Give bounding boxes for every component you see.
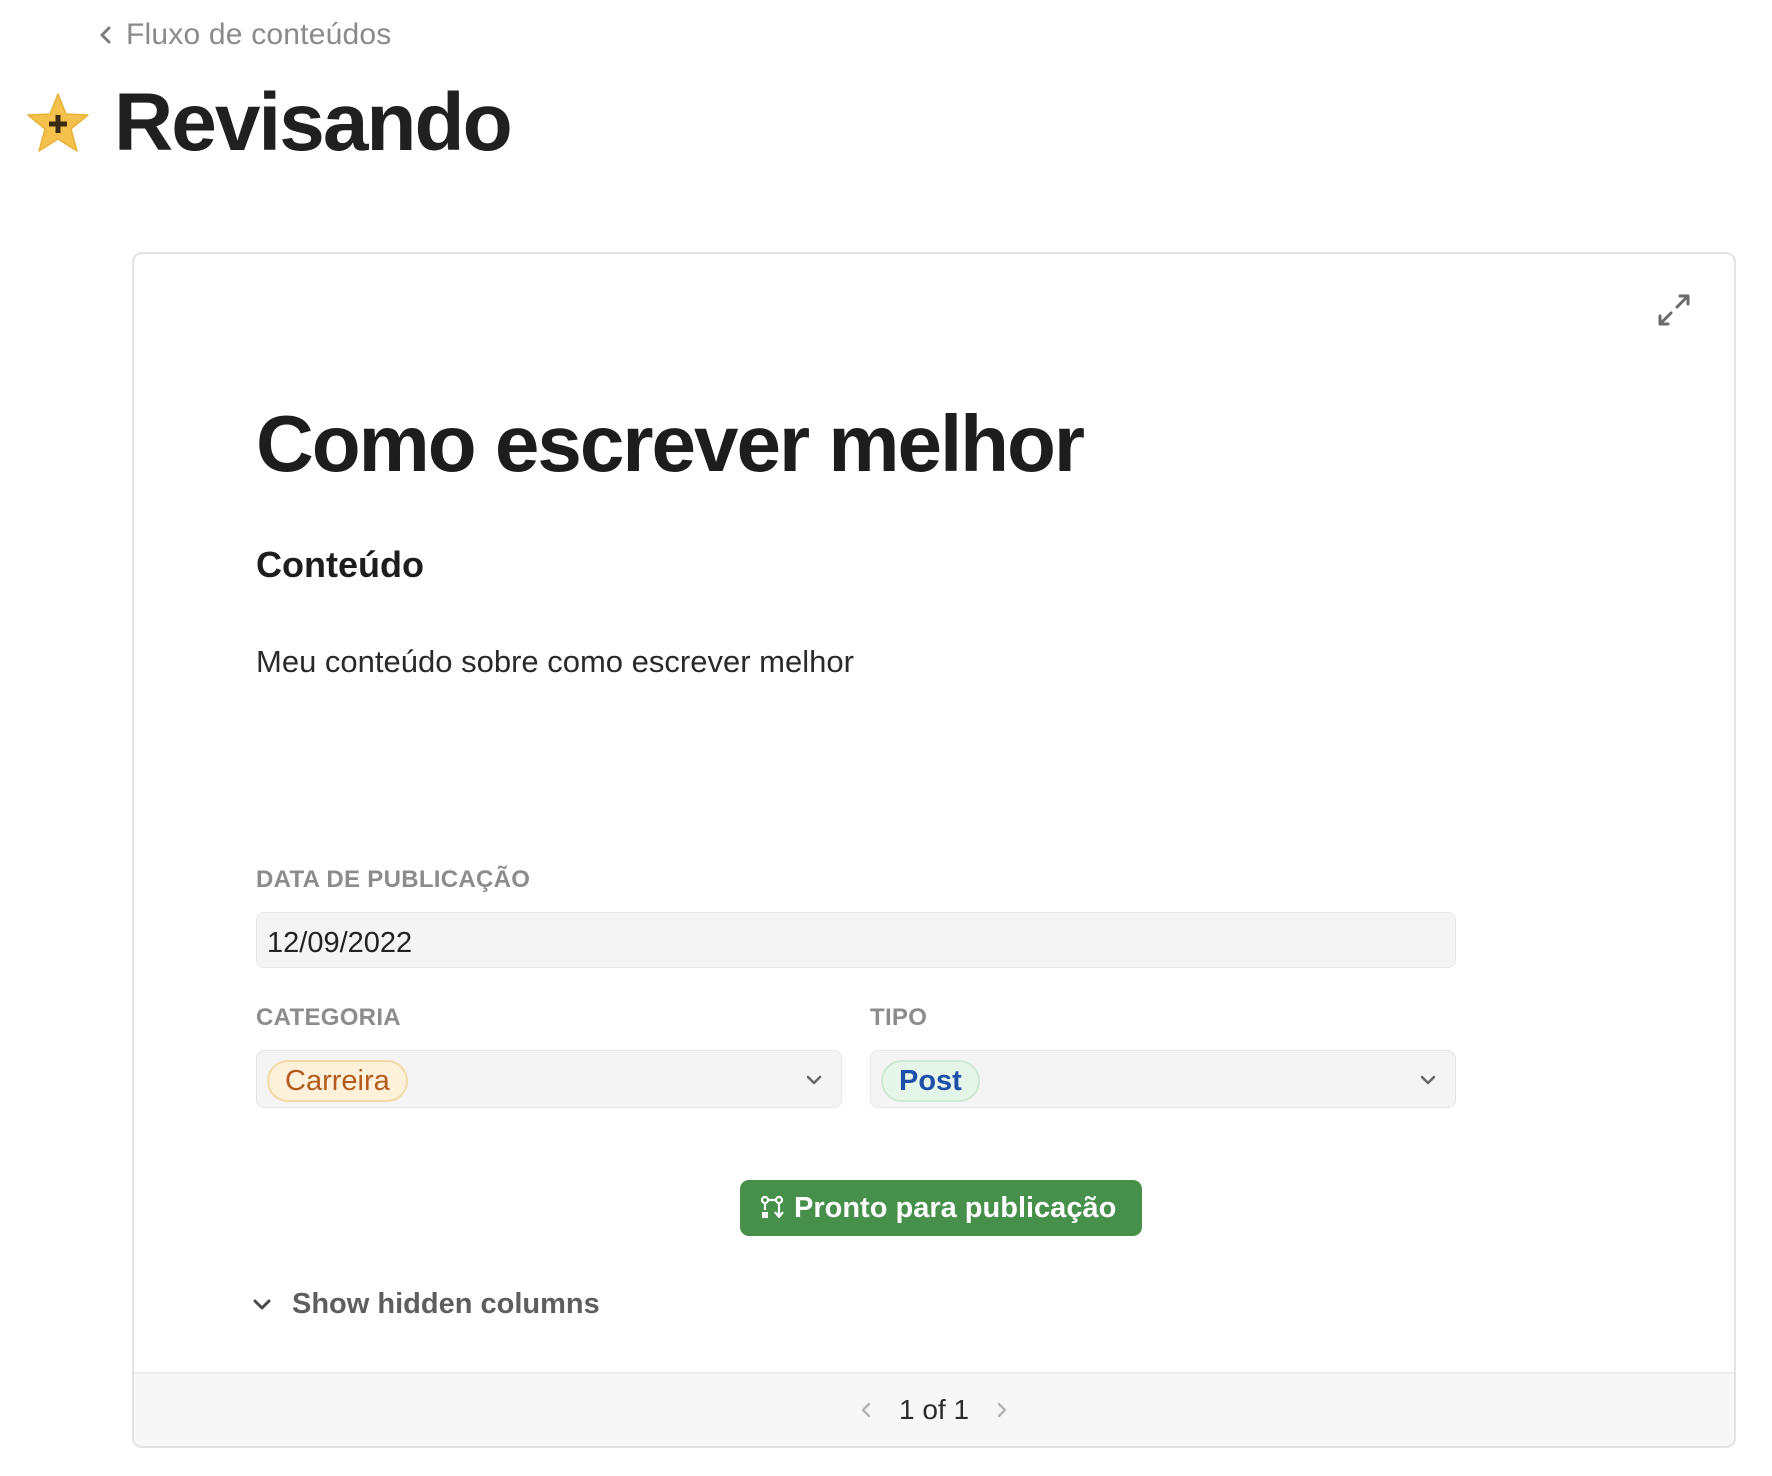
star-icon [26,92,90,154]
pager-text: 1 of 1 [898,1394,970,1425]
ready-to-publish-button[interactable]: Pronto para publicação [740,1180,1143,1236]
workflow-transition-icon [760,1195,784,1221]
type-label: TIPO [870,1004,928,1031]
category-tag: Carreira [267,1060,408,1102]
page-title: Revisando [114,77,513,168]
category-select[interactable]: Carreira [256,1050,842,1108]
type-select[interactable]: Post [870,1050,1456,1108]
chevron-down-icon [1419,1073,1437,1087]
expand-button[interactable] [1656,292,1692,328]
publish-date-label: DATA DE PUBLICAÇÃO [256,866,531,893]
card-footer: 1 of 1 [134,1372,1734,1446]
next-record-button[interactable] [995,1400,1009,1420]
chevron-left-icon [98,24,114,46]
ready-to-publish-label: Pronto para publicação [794,1191,1117,1224]
content-heading: Conteúdo [256,544,424,585]
breadcrumb-label: Fluxo de conteúdos [126,18,392,51]
record-title: Como escrever melhor [256,399,1085,488]
publish-date-field[interactable]: 12/09/2022 [256,912,1456,968]
content-text[interactable]: Meu conteúdo sobre como escrever melhor [256,644,854,680]
show-hidden-columns-label: Show hidden columns [292,1288,600,1320]
chevron-down-icon [252,1298,272,1312]
chevron-right-icon [995,1400,1009,1420]
category-label: CATEGORIA [256,1004,401,1031]
type-tag: Post [881,1060,980,1102]
breadcrumb[interactable]: Fluxo de conteúdos [98,18,391,52]
show-hidden-columns-toggle[interactable]: Show hidden columns [252,1288,600,1321]
page-header: Revisando [26,77,513,168]
chevron-down-icon [805,1073,823,1087]
pager: 1 of 1 [859,1394,1009,1426]
publish-date-value: 12/09/2022 [267,927,413,959]
previous-record-button[interactable] [859,1400,873,1420]
chevron-left-icon [859,1400,873,1420]
expand-icon [1656,292,1692,328]
record-card: Como escrever melhor Conteúdo Meu conteú… [132,252,1736,1448]
page: Fluxo de conteúdos Revisando Como escrev… [0,0,1772,1476]
